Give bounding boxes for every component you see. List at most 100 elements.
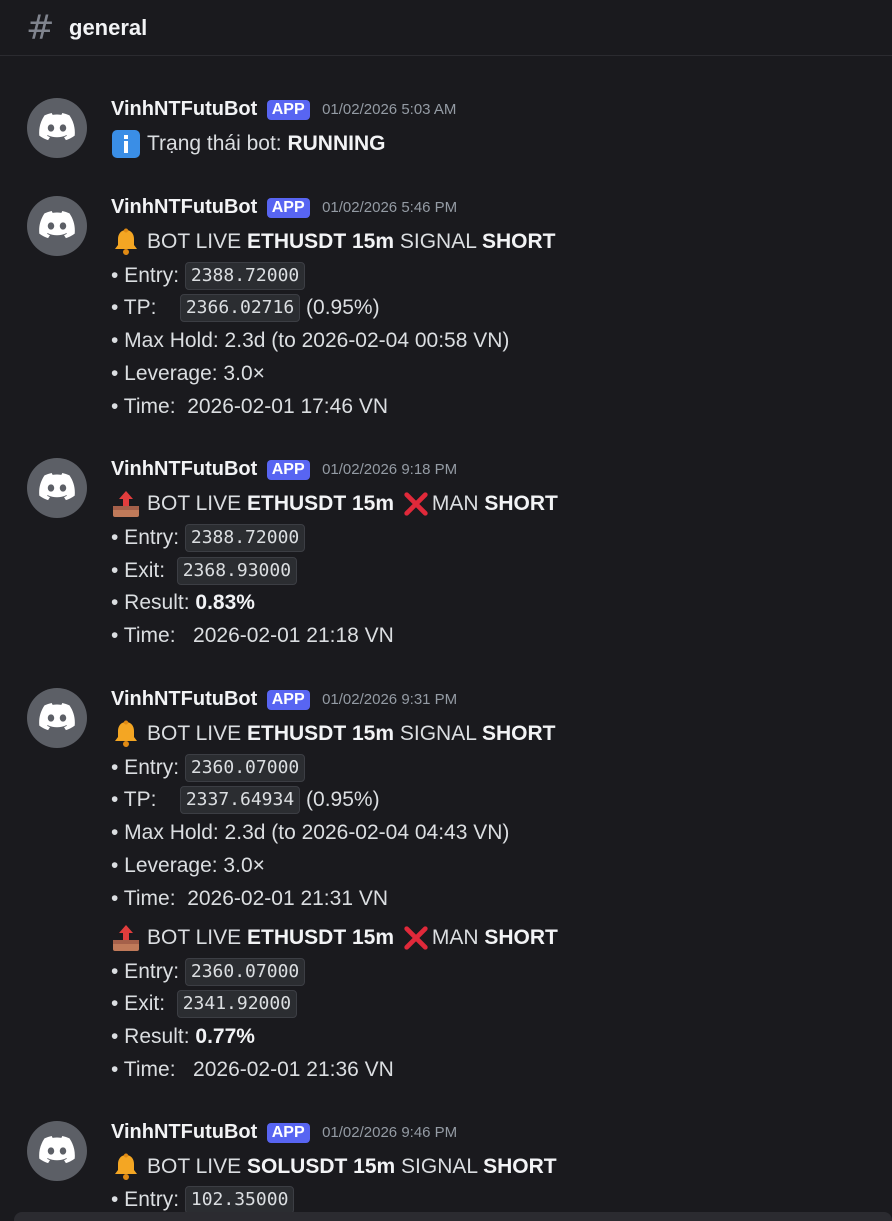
entry-line: • Entry: 2360.07000 (111, 752, 306, 784)
avatar[interactable] (27, 98, 87, 158)
timestamp[interactable]: 01/02/2026 5:46 PM (322, 199, 457, 216)
title-mid: MAN (431, 492, 485, 515)
tp-label: • TP: (111, 296, 180, 319)
exit-line: • Exit: 2368.93000 (111, 555, 298, 587)
tp-label: • TP: (111, 788, 180, 811)
avatar[interactable] (27, 458, 87, 518)
entry-value: 2388.72000 (184, 262, 306, 291)
entry-value: 2388.72000 (184, 524, 306, 553)
symbol: ETHUSDT 15m (247, 230, 395, 253)
timestamp[interactable]: 01/02/2026 5:03 AM (322, 101, 456, 118)
timestamp[interactable]: 01/02/2026 9:18 PM (322, 461, 457, 478)
result-label: • Result: (111, 1025, 196, 1048)
symbol: ETHUSDT 15m (247, 926, 395, 949)
discord-logo-icon (39, 473, 75, 501)
exit-label: • Exit: (111, 992, 177, 1015)
bell-icon (111, 719, 141, 749)
avatar[interactable] (27, 688, 87, 748)
outbox-tray-icon (111, 489, 141, 519)
maxhold-line: • Max Hold: 2.3d (to 2026-02-04 00:58 VN… (111, 329, 510, 352)
title-mid: MAN (431, 926, 485, 949)
username[interactable]: VinhNTFutuBot (111, 196, 257, 218)
message-input-bar[interactable] (14, 1212, 892, 1221)
result-value: 0.77% (195, 1025, 255, 1048)
channel-name[interactable]: general (69, 14, 147, 42)
cross-mark-icon (402, 924, 430, 952)
channel-header: # general (0, 0, 892, 56)
exit-line: • Exit: 2341.92000 (111, 988, 298, 1020)
entry-line: • Entry: 2388.72000 (111, 522, 306, 554)
title-prefix: BOT LIVE (147, 926, 247, 949)
side: SHORT (484, 492, 558, 515)
title-prefix: BOT LIVE (147, 722, 247, 745)
tp-line: • TP: 2337.64934 (0.95%) (111, 784, 380, 816)
username[interactable]: VinhNTFutuBot (111, 458, 257, 480)
signal-title: BOT LIVE ETHUSDT 15m SIGNAL SHORT (111, 226, 555, 258)
avatar[interactable] (27, 196, 87, 256)
message-header: VinhNTFutuBot APP 01/02/2026 5:46 PM (111, 196, 457, 224)
tp-value: 2366.02716 (179, 294, 301, 323)
entry-label: • Entry: (111, 756, 185, 779)
username[interactable]: VinhNTFutuBot (111, 688, 257, 710)
maxhold-line: • Max Hold: 2.3d (to 2026-02-04 04:43 VN… (111, 821, 510, 844)
result-value: 0.83% (195, 591, 255, 614)
leverage-line: • Leverage: 3.0× (111, 362, 265, 385)
result-line: • Result: 0.77% (111, 1021, 255, 1053)
entry-label: • Entry: (111, 264, 185, 287)
entry-label: • Entry: (111, 1188, 185, 1211)
discord-logo-icon (39, 113, 75, 141)
tp-percent: (0.95%) (300, 296, 380, 319)
discord-logo-icon (39, 1136, 75, 1164)
result-label: • Result: (111, 591, 196, 614)
close-title: BOT LIVE ETHUSDT 15m MAN SHORT (111, 488, 558, 520)
bell-icon (111, 1152, 141, 1182)
status-label: Trạng thái bot: (147, 132, 288, 155)
entry-value: 2360.07000 (184, 754, 306, 783)
information-icon (111, 129, 141, 159)
title-prefix: BOT LIVE (147, 230, 247, 253)
username[interactable]: VinhNTFutuBot (111, 98, 257, 120)
discord-logo-icon (39, 211, 75, 239)
entry-line: • Entry: 2360.07000 (111, 956, 306, 988)
discord-logo-icon (39, 703, 75, 731)
exit-label: • Exit: (111, 559, 177, 582)
username[interactable]: VinhNTFutuBot (111, 1121, 257, 1143)
entry-value: 2360.07000 (184, 958, 306, 987)
entry-value: 102.35000 (184, 1186, 295, 1215)
exit-value: 2368.93000 (176, 557, 298, 586)
time-line: • Time: 2026-02-01 17:46 VN (111, 395, 389, 418)
app-badge: APP (266, 99, 310, 120)
app-badge: APP (266, 459, 310, 480)
signal-title: BOT LIVE ETHUSDT 15m SIGNAL SHORT (111, 718, 555, 750)
side: SHORT (481, 230, 556, 253)
title-mid: SIGNAL (394, 722, 482, 745)
app-badge: APP (266, 1122, 310, 1143)
side: SHORT (483, 1155, 557, 1178)
close-title: BOT LIVE ETHUSDT 15m MAN SHORT (111, 922, 558, 954)
app-badge: APP (266, 689, 310, 710)
entry-label: • Entry: (111, 960, 185, 983)
symbol: ETHUSDT 15m (247, 722, 395, 745)
channel-hash-icon: # (26, 8, 55, 48)
signal-title: BOT LIVE SOLUSDT 15m SIGNAL SHORT (111, 1151, 557, 1183)
outbox-tray-icon (111, 923, 141, 953)
side: SHORT (484, 926, 558, 949)
status-line: Trạng thái bot: RUNNING (111, 128, 385, 160)
time-line: • Time: 2026-02-01 21:31 VN (111, 887, 389, 910)
message-header: VinhNTFutuBot APP 01/02/2026 9:31 PM (111, 688, 457, 716)
message-header: VinhNTFutuBot APP 01/02/2026 5:03 AM (111, 98, 456, 126)
symbol: SOLUSDT 15m (247, 1155, 396, 1178)
cross-mark-icon (402, 490, 430, 518)
symbol: ETHUSDT 15m (247, 492, 395, 515)
bell-icon (111, 227, 141, 257)
avatar[interactable] (27, 1121, 87, 1181)
entry-line: • Entry: 2388.72000 (111, 260, 306, 292)
title-prefix: BOT LIVE (147, 1155, 247, 1178)
timestamp[interactable]: 01/02/2026 9:46 PM (322, 1124, 457, 1141)
timestamp[interactable]: 01/02/2026 9:31 PM (322, 691, 457, 708)
title-prefix: BOT LIVE (147, 492, 247, 515)
entry-label: • Entry: (111, 526, 185, 549)
tp-percent: (0.95%) (300, 788, 380, 811)
side: SHORT (481, 722, 556, 745)
exit-value: 2341.92000 (176, 990, 298, 1019)
